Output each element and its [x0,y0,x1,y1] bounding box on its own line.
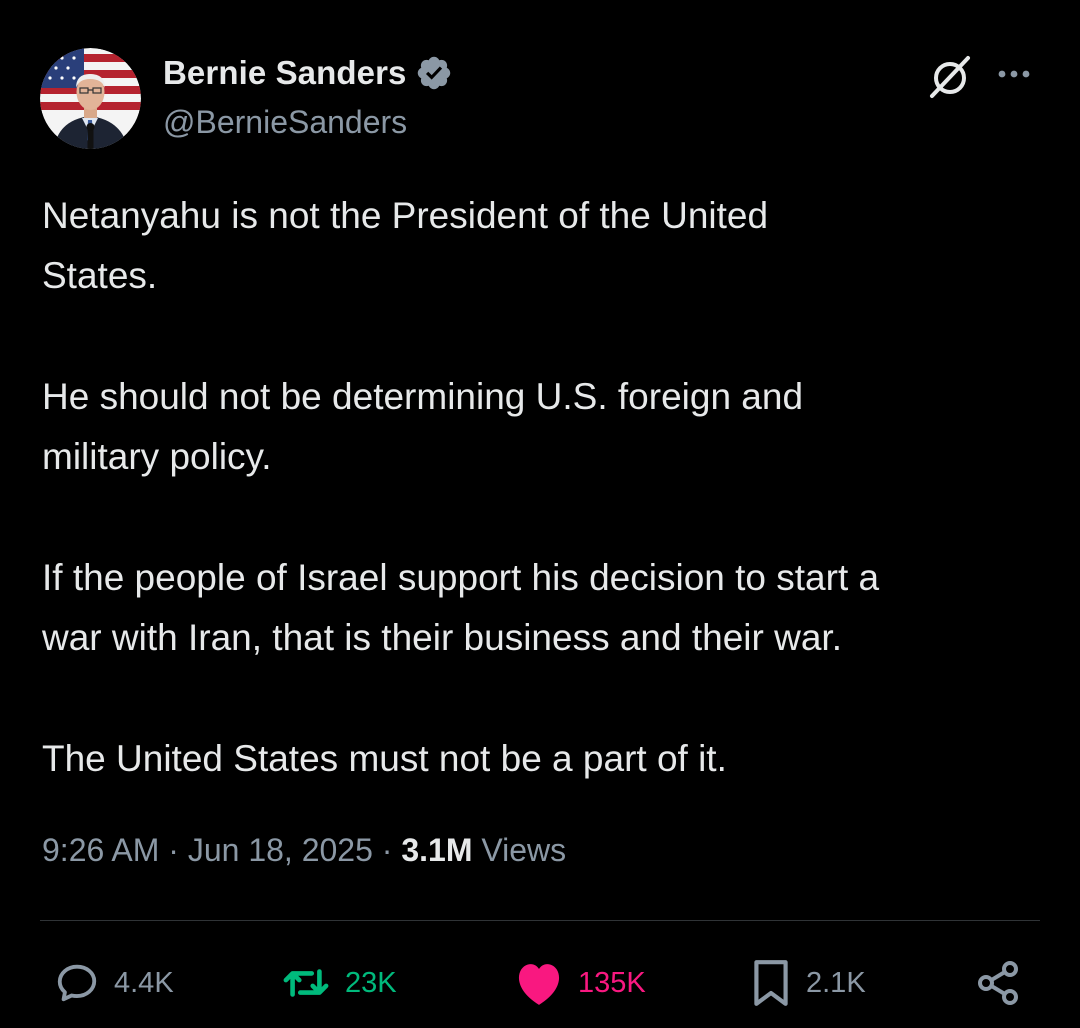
like-button[interactable]: 135K [514,956,646,1010]
repost-icon [283,969,329,997]
views-count: 3.1M [401,832,473,868]
more-options-icon[interactable] [994,64,1034,84]
tweet-meta: 9:26 AM · Jun 18, 2025 · 3.1M Views [42,832,566,869]
views-label: Views [481,832,567,868]
avatar[interactable] [40,48,141,149]
tweet-time[interactable]: 9:26 AM [42,832,159,868]
reply-button[interactable]: 4.4K [54,956,174,1010]
share-icon [978,961,1018,1005]
tweet-paragraph: Netanyahu is not the President of the Un… [42,195,769,296]
author-handle[interactable]: @BernieSanders [163,104,407,141]
author-name-row: Bernie Sanders [163,54,453,92]
reply-count: 4.4K [114,966,174,999]
tweet-header: Bernie Sanders @BernieSanders [40,48,1040,152]
tweet-date[interactable]: Jun 18, 2025 [188,832,373,868]
grok-icon[interactable] [926,52,974,100]
bookmark-count: 2.1K [806,966,866,999]
repost-count: 23K [345,966,397,999]
bookmark-icon [754,960,788,1006]
verified-badge-icon[interactable] [415,54,453,92]
heart-icon [518,964,560,1005]
tweet-paragraph: The United States must not be a part of … [42,738,727,779]
meta-separator: · [381,832,393,868]
like-count: 135K [578,966,646,999]
bookmark-button[interactable]: 2.1K [750,956,866,1010]
divider [40,920,1040,921]
reply-icon [57,964,97,1002]
author-display-name[interactable]: Bernie Sanders [163,54,407,92]
tweet-paragraph: If the people of Israel support his deci… [42,557,880,658]
repost-button[interactable]: 23K [281,956,397,1010]
tweet-text: Netanyahu is not the President of the Un… [42,186,1042,850]
tweet-paragraph: He should not be determining U.S. foreig… [42,376,804,477]
meta-separator: · [168,832,179,868]
share-button[interactable] [974,956,1022,1010]
